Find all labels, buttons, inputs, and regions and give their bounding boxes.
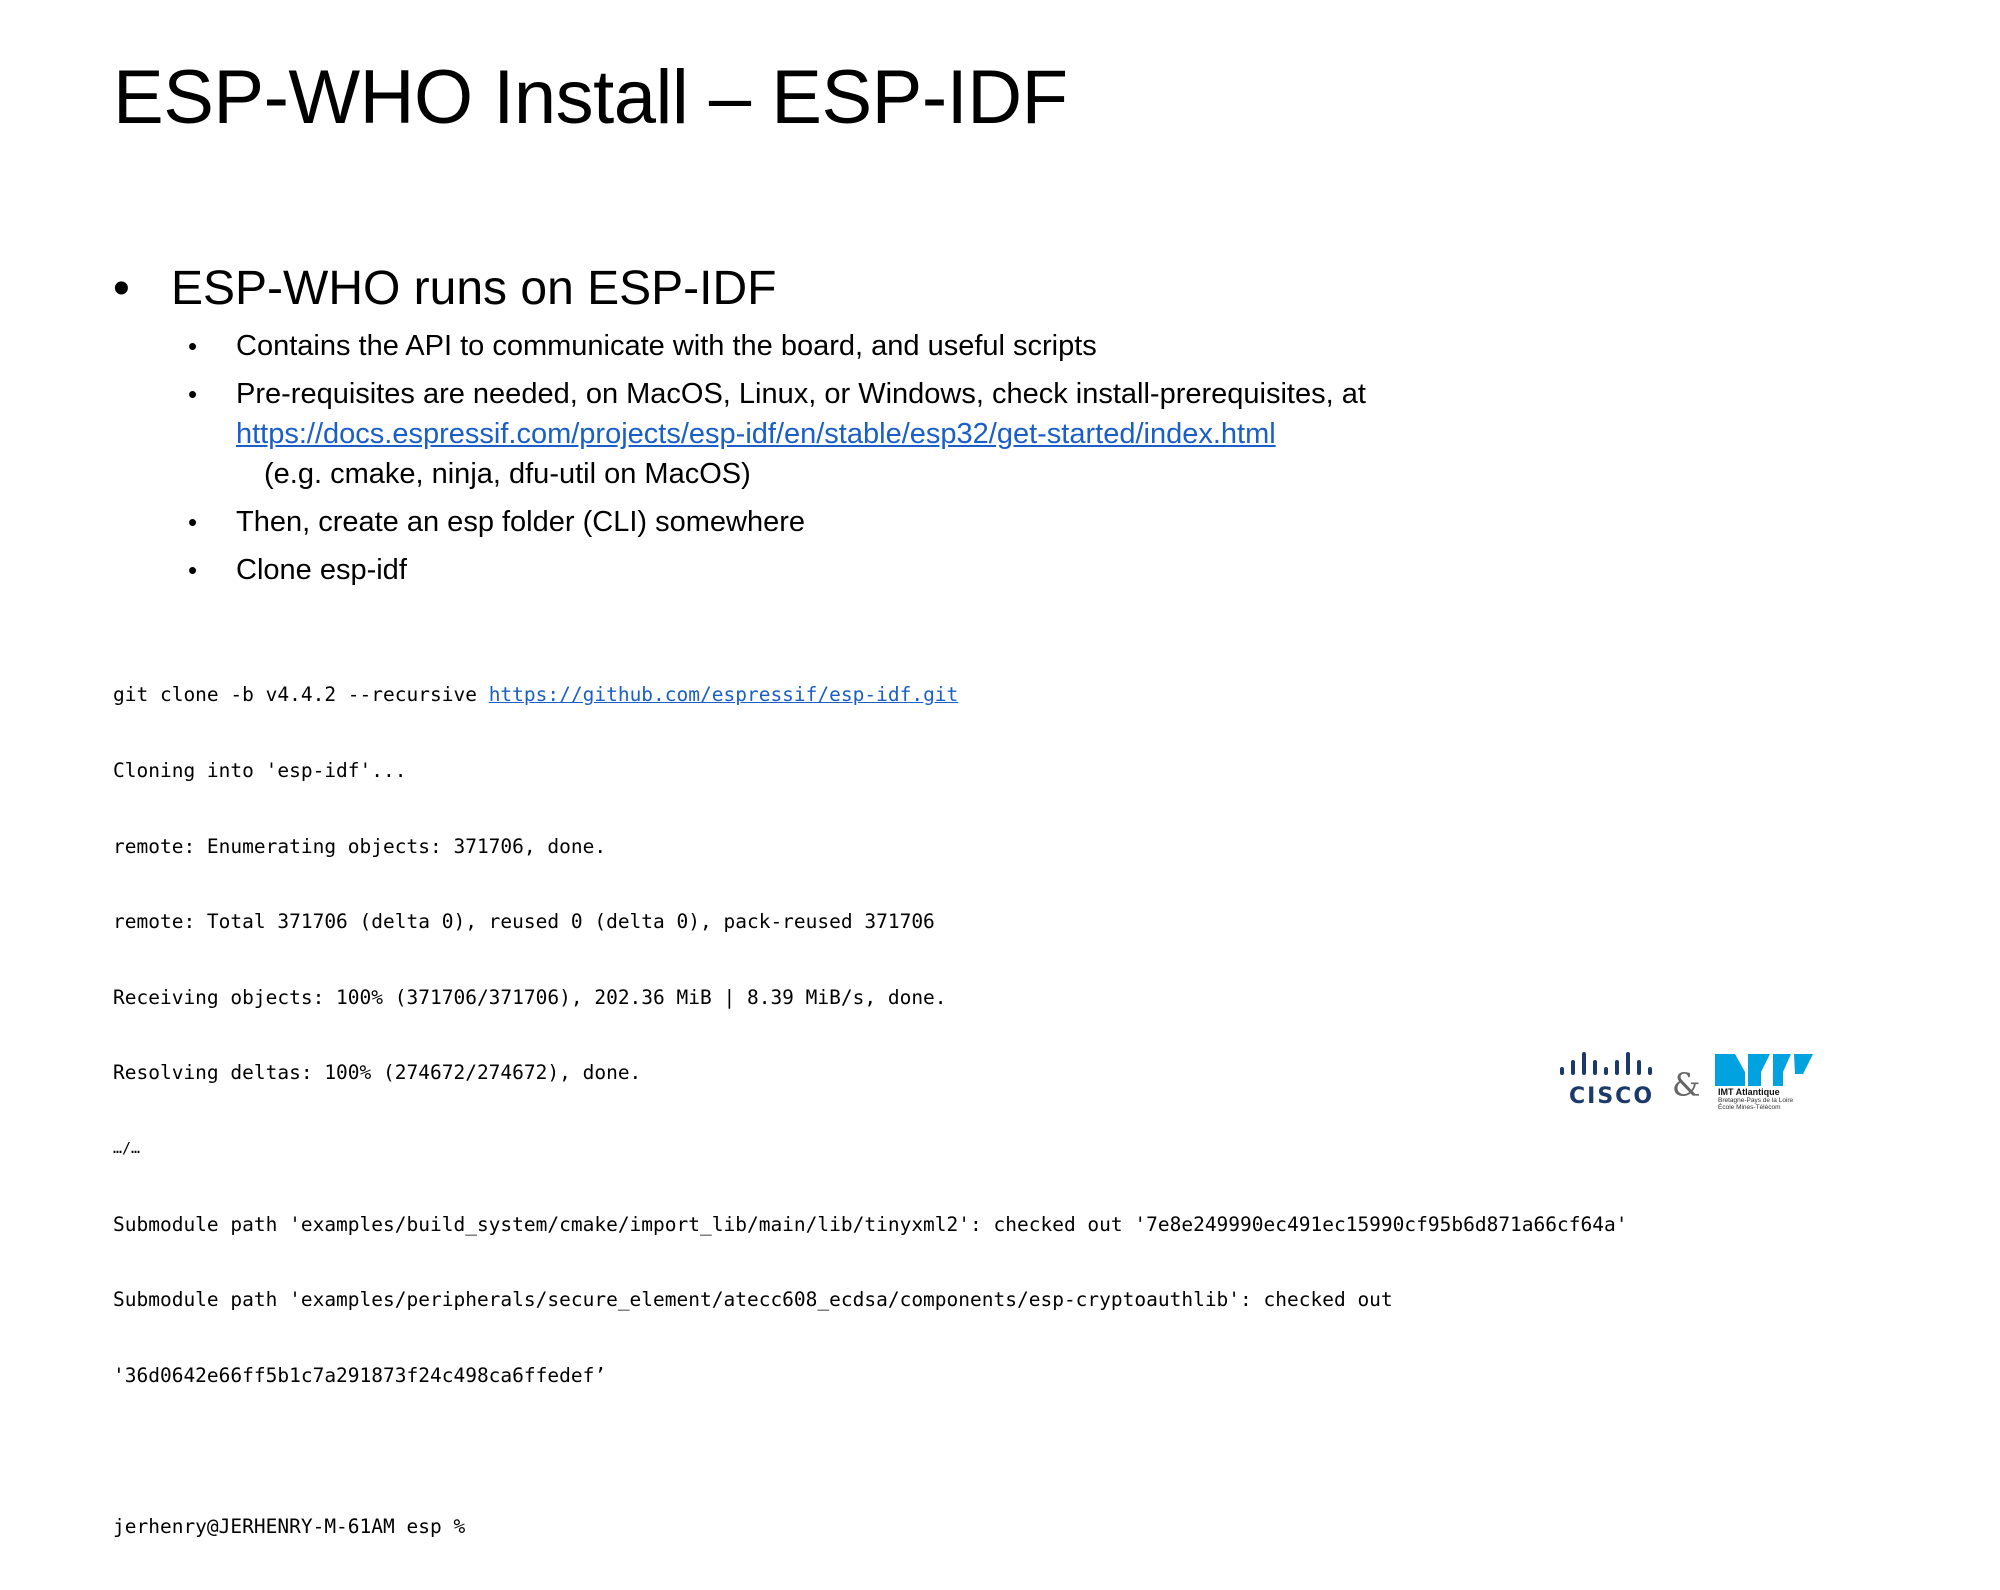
bullet-dot-icon: •: [188, 555, 198, 585]
command-text: git clone -b v4.4.2 --recursive: [113, 683, 489, 707]
terminal-line: remote: Total 371706 (delta 0), reused 0…: [113, 910, 935, 934]
sub-bullet-api: • Contains the API to communicate with t…: [113, 326, 1933, 366]
sub-bullet-text: Contains the API to communicate with the…: [236, 330, 1097, 362]
imt-atlantique-logo-icon: [1715, 1054, 1813, 1086]
footer-logos: CISCO & IMT Atlantique Bretagne-Pays de …: [1560, 1052, 1830, 1112]
slide-title: ESP-WHO Install – ESP-IDF: [113, 55, 1068, 140]
cisco-logo-text: CISCO: [1569, 1084, 1655, 1109]
sub-bullet-text: Pre-requisites are needed, on MacOS, Lin…: [236, 378, 1366, 410]
main-bullet-text: ESP-WHO runs on ESP-IDF: [171, 262, 777, 315]
imt-subtitle-line: Bretagne-Pays de la Loire: [1718, 1097, 1794, 1104]
terminal-line: remote: Enumerating objects: 371706, don…: [113, 834, 607, 858]
bullet-dot-icon: •: [113, 262, 130, 315]
terminal-submodule-line: Submodule path 'examples/peripherals/sec…: [113, 1288, 1393, 1312]
terminal-output: git clone -b v4.4.2 --recursive https://…: [113, 632, 1627, 1590]
terminal-submodule-line: Submodule path 'examples/build_system/cm…: [113, 1212, 1628, 1236]
cisco-logo-icon: [1560, 1052, 1652, 1075]
imt-logo-subtitle: Bretagne-Pays de la Loire École Mines-Tél…: [1718, 1097, 1793, 1111]
terminal-line: Resolving deltas: 100% (274672/274672), …: [113, 1061, 642, 1085]
bullet-dot-icon: •: [188, 507, 198, 537]
imt-logo-name: IMT Atlantique: [1718, 1087, 1780, 1097]
bullet-dot-icon: •: [188, 379, 198, 409]
imt-subtitle-line: École Mines-Télécom: [1718, 1104, 1781, 1111]
terminal-line: Receiving objects: 100% (371706/371706),…: [113, 985, 947, 1009]
docs-link[interactable]: https://docs.espressif.com/projects/esp-…: [236, 418, 1276, 450]
logo-ampersand: &: [1672, 1066, 1701, 1104]
slide: ESP-WHO Install – ESP-IDF • ESP-WHO runs…: [0, 0, 2000, 1538]
sub-bullet-clone: • Clone esp-idf: [113, 550, 1933, 590]
sub-bullet-text: Clone esp-idf: [236, 554, 407, 586]
bullet-list: • ESP-WHO runs on ESP-IDF • Contains the…: [113, 258, 1933, 598]
sub-bullet-list: • Contains the API to communicate with t…: [113, 326, 1933, 590]
terminal-line: Cloning into 'esp-idf'...: [113, 759, 407, 782]
terminal-ellipsis: …/…: [113, 1138, 141, 1157]
sub-bullet-prerequisites: • Pre-requisites are needed, on MacOS, L…: [113, 374, 1933, 494]
main-bullet: • ESP-WHO runs on ESP-IDF: [113, 258, 1933, 320]
prerequisites-note: (e.g. cmake, ninja, dfu-util on MacOS): [264, 458, 751, 490]
terminal-submodule-line: '36d0642e66ff5b1c7a291873f24c498ca6ffede…: [113, 1363, 607, 1387]
sub-bullet-text: Then, create an esp folder (CLI) somewhe…: [236, 506, 805, 538]
sub-bullet-folder: • Then, create an esp folder (CLI) somew…: [113, 502, 1933, 542]
repo-link[interactable]: https://github.com/espressif/esp-idf.git: [489, 683, 959, 706]
terminal-prompt: jerhenry@JERHENRY-M-61AM esp %: [113, 1514, 466, 1538]
bullet-dot-icon: •: [188, 331, 198, 361]
terminal-command: git clone -b v4.4.2 --recursive https://…: [113, 682, 1627, 707]
